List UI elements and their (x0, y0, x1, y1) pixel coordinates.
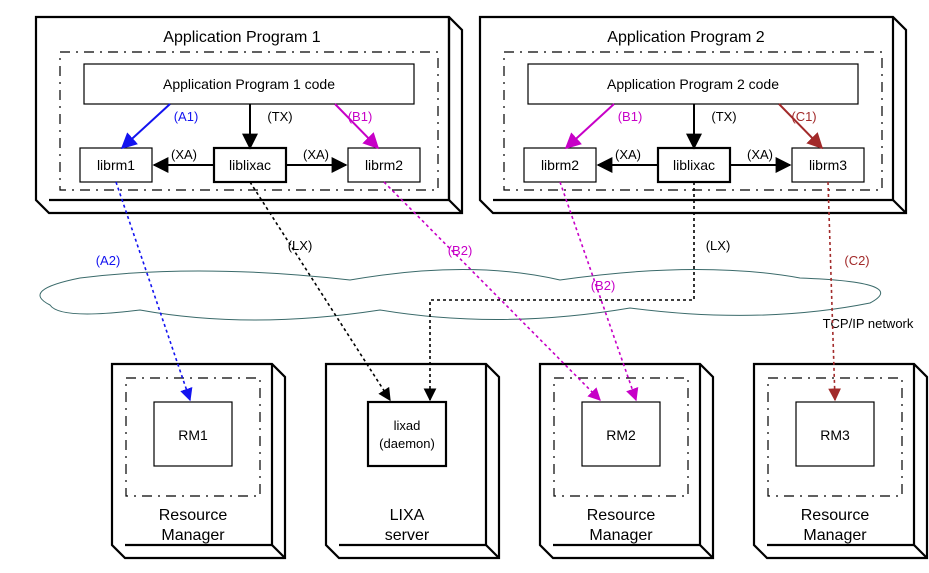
app1-a1-label: (A1) (174, 109, 199, 124)
rm3-box-label: RM3 (820, 427, 850, 443)
lx2-label: (LX) (706, 238, 731, 253)
a2-arrow (116, 182, 190, 400)
app2-librm3: librm3 (809, 157, 847, 173)
lixa-group: lixad (daemon) LIXA server (326, 364, 499, 558)
app2-code-label: Application Program 2 code (607, 76, 779, 92)
app2-liblixac: liblixac (673, 157, 715, 173)
app1-a1-arrow (122, 104, 170, 148)
app1-liblixac: liblixac (229, 157, 271, 173)
app1-xa-right: (XA) (303, 147, 329, 162)
app1-librm2: librm2 (365, 157, 403, 173)
rm1-box-label: RM1 (178, 427, 208, 443)
app2-title: Application Program 2 (607, 29, 765, 46)
c2-label: (C2) (844, 253, 869, 268)
rm2-group: RM2 Resource Manager (540, 364, 713, 558)
b2a-label: (B2) (448, 243, 473, 258)
app2-b1-arrow (566, 104, 614, 148)
lixa-box-l1: lixad (394, 418, 421, 433)
lixa-title-l1: LIXA (390, 507, 425, 524)
app2-tx-label: (TX) (711, 109, 736, 124)
lixa-box (368, 402, 446, 466)
app1-code-label: Application Program 1 code (163, 76, 335, 92)
app1-tx-label: (TX) (267, 109, 292, 124)
c2-arrow (828, 182, 835, 400)
rm3-title-l1: Resource (801, 507, 870, 524)
app2-librm2: librm2 (541, 157, 579, 173)
app2-b1-label: (B1) (618, 109, 643, 124)
lixa-box-l2: (daemon) (379, 436, 435, 451)
rm2-title-l1: Resource (587, 507, 656, 524)
app2-c1-label: (C1) (791, 109, 816, 124)
rm2-title-l2: Manager (589, 527, 653, 544)
lx1-label: (LX) (288, 238, 313, 253)
network-cloud: TCP/IP network (40, 269, 914, 331)
rm1-group: RM1 Resource Manager (112, 364, 285, 558)
network-label: TCP/IP network (823, 316, 914, 331)
app1-group: Application Program 1 Application Progra… (36, 17, 462, 213)
app2-xa-right: (XA) (747, 147, 773, 162)
rm3-title-l2: Manager (803, 527, 867, 544)
rm2-box-label: RM2 (606, 427, 636, 443)
app2-group: Application Program 2 Application Progra… (480, 17, 906, 213)
app1-title: Application Program 1 (163, 29, 321, 46)
a2-label: (A2) (96, 253, 121, 268)
app2-xa-left: (XA) (615, 147, 641, 162)
lx2-arrow (430, 182, 694, 400)
rm3-group: RM3 Resource Manager (754, 364, 927, 558)
app1-xa-left: (XA) (171, 147, 197, 162)
app1-b1-label: (B1) (348, 109, 373, 124)
rm1-title-l2: Manager (161, 527, 225, 544)
b2a-arrow (384, 182, 600, 400)
rm1-title-l1: Resource (159, 507, 228, 524)
app1-librm1: librm1 (97, 157, 135, 173)
lixa-title-l2: server (385, 527, 430, 544)
b2b-label: (B2) (591, 278, 616, 293)
